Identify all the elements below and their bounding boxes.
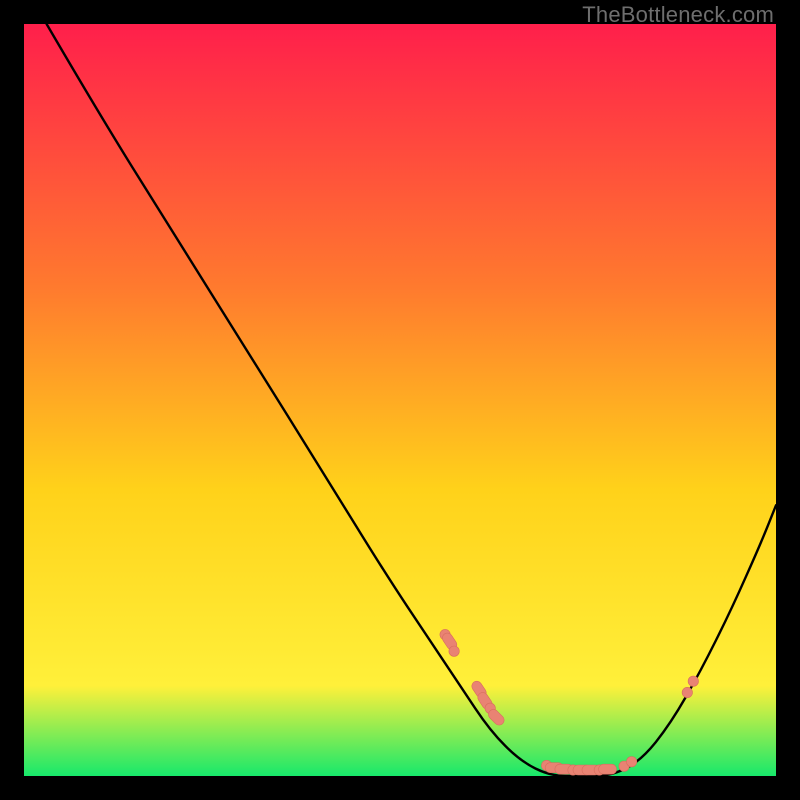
bottleneck-chart — [24, 24, 776, 776]
chart-frame — [24, 24, 776, 776]
curve-marker-dot — [682, 687, 692, 697]
curve-marker-pill — [599, 764, 617, 774]
gradient-background — [24, 24, 776, 776]
curve-marker-dot — [449, 646, 459, 656]
curve-marker-dot — [688, 676, 698, 686]
curve-marker-dot — [626, 757, 636, 767]
